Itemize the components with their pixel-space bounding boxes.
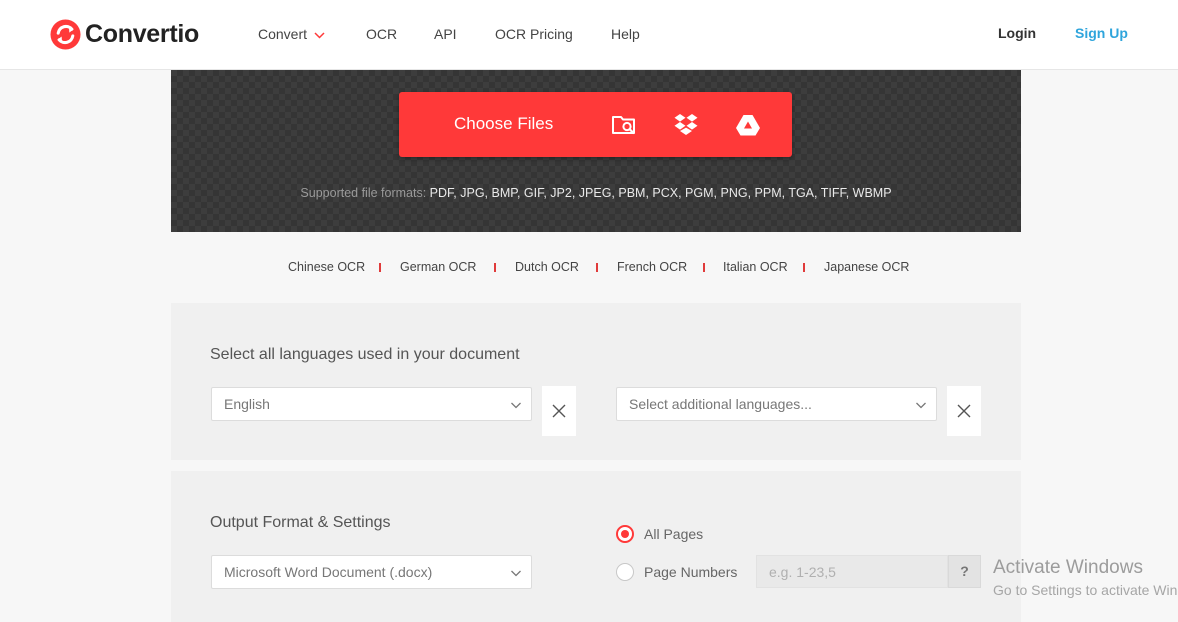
output-format-select[interactable]: Microsoft Word Document (.docx): [211, 555, 532, 589]
ocr-link-chinese[interactable]: Chinese OCR: [288, 260, 365, 274]
all-pages-label: All Pages: [644, 526, 704, 542]
chevron-down-icon: [916, 402, 926, 409]
signup-link[interactable]: Sign Up: [1075, 25, 1128, 41]
output-format-value: Microsoft Word Document (.docx): [224, 564, 433, 580]
page-numbers-radio[interactable]: [616, 563, 634, 581]
page-numbers-help-button[interactable]: ?: [948, 555, 981, 588]
primary-language-value: English: [224, 396, 270, 412]
ocr-link-dutch[interactable]: Dutch OCR: [515, 260, 579, 274]
link-separator: [803, 263, 805, 272]
page-numbers-option[interactable]: Page Numbers: [616, 563, 737, 581]
upload-area: Choose Files Supported file formats: PDF…: [171, 70, 1021, 232]
primary-language-select[interactable]: English: [211, 387, 532, 421]
supported-formats-list: PDF, JPG, BMP, GIF, JP2, JPEG, PBM, PCX,…: [429, 186, 892, 200]
logo[interactable]: Convertio: [50, 19, 199, 50]
activate-windows-title: Activate Windows: [993, 557, 1143, 578]
additional-languages-placeholder: Select additional languages...: [629, 396, 812, 412]
ocr-link-japanese[interactable]: Japanese OCR: [824, 260, 909, 274]
supported-formats-label: Supported file formats:: [300, 186, 427, 200]
ocr-link-german[interactable]: German OCR: [400, 260, 476, 274]
close-icon: [552, 404, 566, 418]
output-panel-title: Output Format & Settings: [210, 514, 391, 531]
clear-additional-languages-button[interactable]: [947, 386, 981, 436]
page-numbers-placeholder: e.g. 1-23,5: [769, 564, 836, 580]
chevron-down-icon: [511, 570, 521, 577]
choose-files-button[interactable]: Choose Files: [399, 92, 792, 157]
page-numbers-label: Page Numbers: [644, 564, 738, 580]
activate-windows-subtitle: Go to Settings to activate Windows.: [993, 582, 1178, 598]
login-link[interactable]: Login: [998, 25, 1036, 41]
link-separator: [379, 263, 381, 272]
site-header: Convertio Convert OCR API OCR Pricing He…: [0, 0, 1178, 70]
nav-item-convert[interactable]: Convert: [258, 26, 325, 42]
supported-formats: Supported file formats: PDF, JPG, BMP, G…: [171, 186, 1021, 200]
additional-languages-select[interactable]: Select additional languages...: [616, 387, 937, 421]
brand-name: Convertio: [85, 20, 199, 48]
all-pages-option[interactable]: All Pages: [616, 525, 703, 543]
ocr-language-links: Chinese OCR German OCR Dutch OCR French …: [0, 260, 1178, 278]
page-numbers-input[interactable]: e.g. 1-23,5: [756, 555, 948, 588]
convertio-logo-icon: [50, 19, 81, 50]
link-separator: [596, 263, 598, 272]
folder-search-icon[interactable]: [610, 111, 638, 139]
close-icon: [957, 404, 971, 418]
language-panel-title: Select all languages used in your docume…: [210, 346, 520, 363]
dropbox-icon[interactable]: [672, 111, 700, 139]
clear-primary-language-button[interactable]: [542, 386, 576, 436]
nav-item-ocr-pricing[interactable]: OCR Pricing: [495, 26, 573, 42]
link-separator: [494, 263, 496, 272]
link-separator: [703, 263, 705, 272]
language-panel: Select all languages used in your docume…: [171, 303, 1021, 460]
nav-item-label: Convert: [258, 26, 308, 42]
nav-item-api[interactable]: API: [434, 26, 457, 42]
output-panel: Output Format & Settings Microsoft Word …: [171, 471, 1021, 622]
ocr-link-italian[interactable]: Italian OCR: [723, 260, 788, 274]
nav-item-ocr[interactable]: OCR: [366, 26, 397, 42]
nav-item-help[interactable]: Help: [611, 26, 640, 42]
all-pages-radio[interactable]: [616, 525, 634, 543]
chevron-down-icon: [511, 402, 521, 409]
chevron-down-icon: [314, 32, 325, 39]
google-drive-icon[interactable]: [734, 111, 762, 139]
choose-files-label: Choose Files: [454, 114, 554, 133]
ocr-link-french[interactable]: French OCR: [617, 260, 687, 274]
